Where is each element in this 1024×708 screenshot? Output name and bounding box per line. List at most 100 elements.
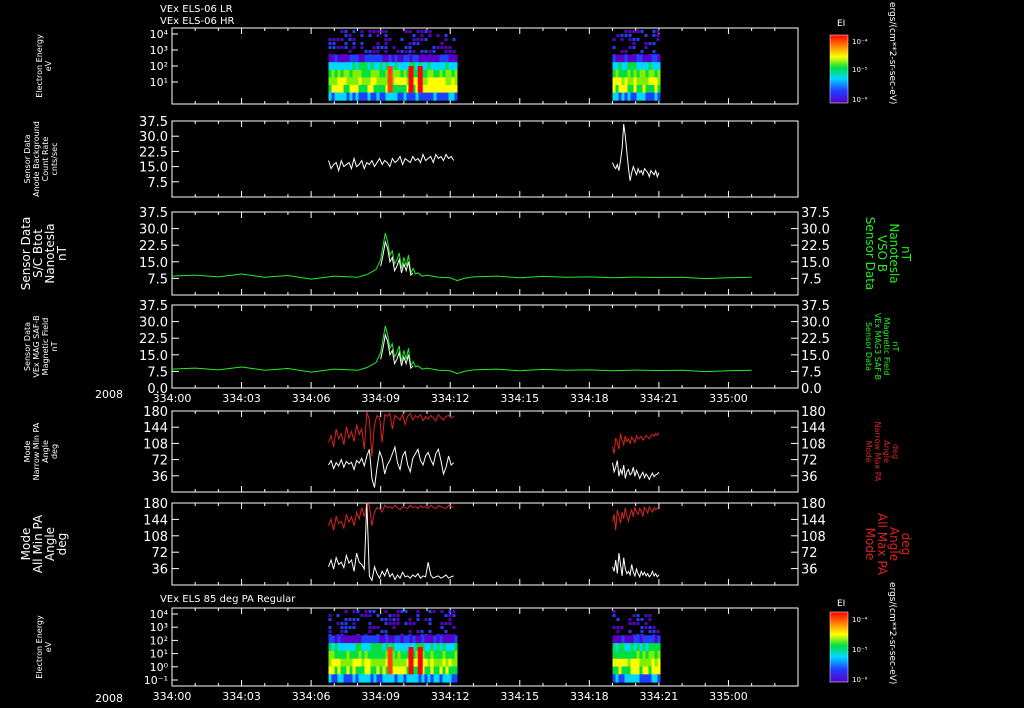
heatmap-cell xyxy=(442,650,446,660)
heatmap-cell xyxy=(633,650,637,660)
heatmap-cell xyxy=(331,77,335,86)
heatmap-cell xyxy=(427,62,431,71)
heatmap-cell xyxy=(430,54,434,63)
heatmap-cell xyxy=(452,38,456,41)
y-tick-label: 180 xyxy=(143,405,168,420)
heatmap-cell xyxy=(612,610,616,613)
heatmap-cell xyxy=(334,658,338,667)
heatmap-cell xyxy=(612,62,616,71)
heatmap-cell xyxy=(427,77,431,86)
y-tick-label: 108 xyxy=(143,437,168,452)
heatmap-cell xyxy=(433,92,437,101)
heatmap-cell xyxy=(372,626,376,629)
colorbar-units: ergs/(cm**2-sr-sec-eV) xyxy=(887,2,897,104)
heatmap-cell xyxy=(376,626,380,629)
x-tick-label: 334:18 xyxy=(570,392,609,405)
heatmap-cell xyxy=(394,650,398,660)
heatmap-cell xyxy=(340,77,344,86)
heatmap-cell xyxy=(349,658,353,667)
heatmap-cell xyxy=(352,30,356,33)
heatmap-cell xyxy=(616,34,620,37)
heatmap-cell xyxy=(376,614,380,617)
heatmap-cell xyxy=(384,610,388,613)
heatmap-cell xyxy=(394,635,398,644)
heatmap-cell xyxy=(448,92,452,101)
heatmap-cell xyxy=(382,54,386,63)
heatmap-cell xyxy=(416,630,420,633)
heatmap-cell xyxy=(424,650,428,660)
heatmap-cell xyxy=(343,92,347,101)
heatmap-cell xyxy=(340,626,344,629)
heatmap-cell xyxy=(364,50,368,53)
heatmap-cell xyxy=(388,54,392,63)
heatmap-cell xyxy=(403,650,407,660)
right-axis-label: Angle xyxy=(887,527,901,561)
heatmap-cell xyxy=(379,643,383,652)
y-axis-label: Sensor Data xyxy=(23,322,32,371)
heatmap-cell xyxy=(406,92,410,101)
heatmap-cell xyxy=(368,50,372,53)
y-tick-label: 30.0 xyxy=(139,223,168,238)
heatmap-cell xyxy=(412,92,416,101)
heatmap-cell xyxy=(627,92,631,101)
heatmap-cell xyxy=(379,666,383,675)
heatmap-cell xyxy=(404,46,408,49)
colorbar-tick: 10⁻⁵ xyxy=(852,646,868,654)
heatmap-cell xyxy=(376,650,380,660)
y-axis-label: nT xyxy=(50,341,59,351)
heatmap-cell xyxy=(451,643,455,652)
heatmap-cell xyxy=(331,666,335,675)
x-tick-label: 334:06 xyxy=(292,690,331,703)
right-axis-label: Mode xyxy=(864,441,873,463)
heatmap-cell xyxy=(636,85,640,94)
heatmap-cell xyxy=(367,85,371,94)
heatmap-cell xyxy=(364,614,368,617)
heatmap-cell xyxy=(331,635,335,644)
y-tick-label-right: 37.5 xyxy=(801,206,830,221)
heatmap-cell xyxy=(628,34,632,37)
heatmap-cell xyxy=(639,69,643,78)
heatmap-cell xyxy=(404,30,408,33)
heatmap-cell xyxy=(328,92,332,101)
heatmap-cell xyxy=(433,62,437,71)
heatmap-cell xyxy=(334,92,338,101)
heatmap-cell xyxy=(427,666,431,675)
heatmap-cell xyxy=(448,54,452,63)
y-tick-label: 37.5 xyxy=(139,299,168,314)
heatmap-cell xyxy=(337,635,341,644)
heatmap-cell xyxy=(424,658,428,667)
heatmap-cell xyxy=(657,674,661,683)
y-tick-label-right: 108 xyxy=(801,437,826,452)
heatmap-cell xyxy=(439,62,443,71)
heatmap-cell xyxy=(620,50,624,53)
heatmap-cell xyxy=(364,69,368,78)
heatmap-cell xyxy=(424,54,428,63)
heatmap-cell xyxy=(436,658,440,667)
heatmap-cell xyxy=(639,635,643,644)
colorbar-tick: 10⁻⁶ xyxy=(852,676,868,684)
heatmap-cell xyxy=(388,618,392,621)
heatmap-cell xyxy=(337,650,341,660)
heatmap-cell xyxy=(355,62,359,71)
heatmap-cell xyxy=(427,674,431,683)
heatmap-cell xyxy=(654,635,658,644)
heatmap-cell xyxy=(409,54,413,63)
heatmap-cell xyxy=(612,635,616,644)
heatmap-cell xyxy=(436,62,440,71)
y-tick-label: 22.5 xyxy=(139,145,168,160)
heatmap-cell xyxy=(388,614,392,617)
heatmap-cell xyxy=(382,643,386,652)
heatmap-cell xyxy=(436,77,440,86)
heatmap-cell xyxy=(648,650,652,660)
heatmap-cell xyxy=(403,635,407,644)
heatmap-cell xyxy=(382,85,386,94)
heatmap-cell xyxy=(430,666,434,675)
heatmap-cell xyxy=(636,38,640,41)
heatmap-cell xyxy=(400,635,404,644)
y-tick-label-right: 22.5 xyxy=(801,332,830,347)
heatmap-cell xyxy=(648,54,652,63)
heatmap-cell xyxy=(332,46,336,49)
heatmap-cell xyxy=(394,674,398,683)
heatmap-cell xyxy=(627,674,631,683)
heatmap-cell xyxy=(628,618,632,621)
